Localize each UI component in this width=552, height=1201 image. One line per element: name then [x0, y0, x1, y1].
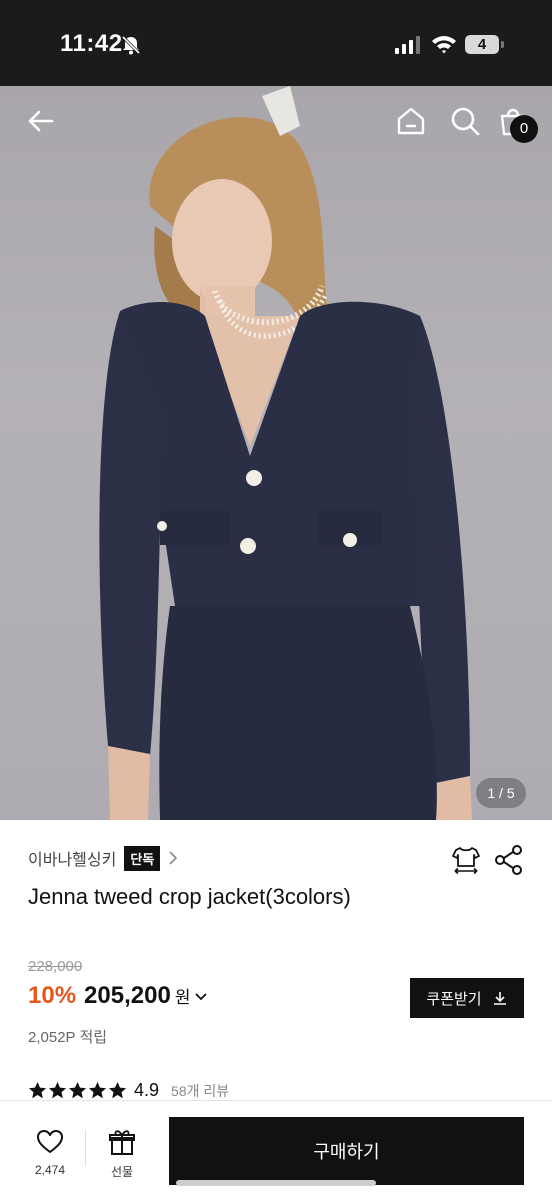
reward-points: 2,052P 적립 [28, 1029, 108, 1046]
like-button[interactable]: 2,474 [20, 1128, 80, 1177]
gift-button[interactable]: 선물 [92, 1128, 152, 1180]
chevron-right-icon [169, 851, 178, 865]
star-icon [88, 1081, 107, 1099]
brand-link[interactable]: 이바나헬싱키 단독 [28, 844, 180, 872]
like-count: 2,474 [34, 1163, 66, 1177]
back-arrow-icon[interactable] [24, 104, 58, 138]
battery-indicator: 4 [465, 35, 499, 54]
coupon-label: 쿠폰받기 [426, 990, 482, 1008]
coupon-button[interactable]: 쿠폰받기 [410, 978, 524, 1018]
star-icon [28, 1081, 47, 1099]
brand-name: 이바나헬싱키 [28, 852, 117, 869]
cart-count-badge: 0 [510, 115, 538, 143]
discount-rate: 10% [28, 982, 77, 1009]
rating-value: 4.9 [134, 1080, 160, 1100]
rating-row[interactable]: 4.9 58개 리뷰 [28, 1080, 229, 1101]
exclusive-badge: 단독 [124, 845, 161, 871]
home-icon[interactable] [394, 104, 428, 138]
search-icon[interactable] [448, 104, 482, 138]
share-icon[interactable] [494, 844, 524, 876]
download-icon [493, 992, 506, 1005]
home-indicator [176, 1180, 376, 1186]
product-image-carousel[interactable]: 0 1 / 5 [0, 86, 552, 820]
size-guide-icon[interactable] [450, 844, 482, 876]
divider [85, 1130, 86, 1166]
star-icon [108, 1081, 127, 1099]
status-time: 11:42 [60, 30, 123, 57]
review-count: 58개 리뷰 [171, 1082, 230, 1099]
heart-icon [37, 1130, 63, 1153]
signal-icon [395, 36, 420, 54]
wifi-icon [432, 36, 456, 54]
image-page-indicator: 1 / 5 [476, 778, 526, 808]
sale-price: 205,200 [84, 982, 171, 1009]
battery-tip [501, 41, 504, 48]
price-row[interactable]: 10% 205,200 원 [28, 982, 208, 1010]
product-title: Jenna tweed crop jacket(3colors) [28, 884, 351, 909]
buy-button[interactable]: 구매하기 [169, 1117, 524, 1185]
gift-label: 선물 [110, 1165, 134, 1179]
bell-off-icon [121, 35, 141, 55]
status-bar: 11:42 4 [0, 0, 552, 86]
currency-label: 원 [174, 988, 191, 1007]
star-icon [68, 1081, 87, 1099]
gift-icon [109, 1130, 135, 1155]
product-photo [99, 86, 472, 820]
original-price: 228,000 [28, 958, 83, 975]
chevron-down-icon[interactable] [194, 991, 208, 1003]
star-icon [48, 1081, 67, 1099]
